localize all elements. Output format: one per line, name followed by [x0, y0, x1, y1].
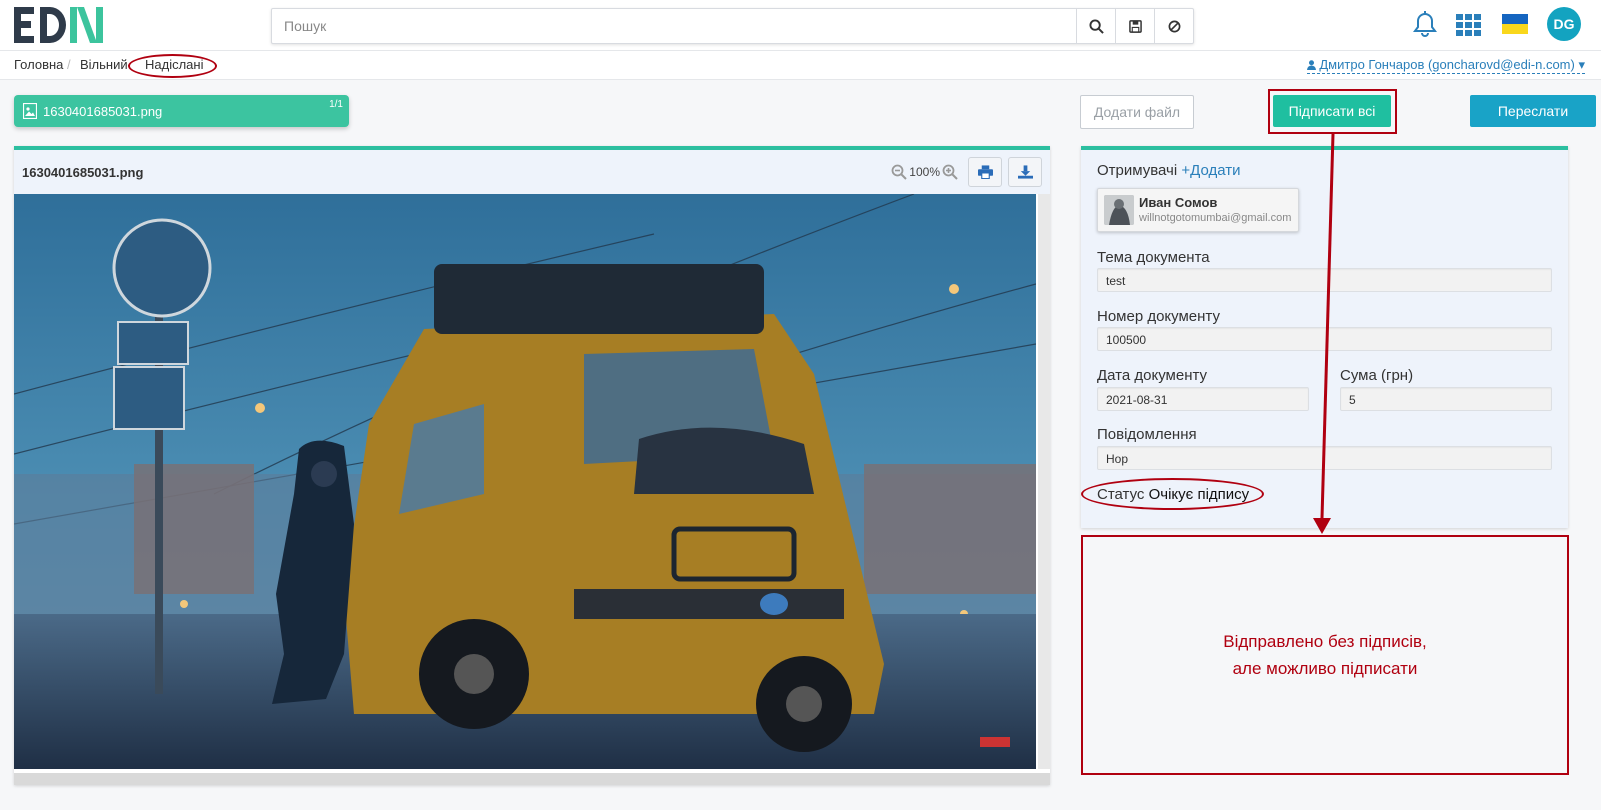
search-input[interactable]: [272, 9, 1076, 43]
search-button[interactable]: [1076, 9, 1115, 43]
floppy-disk-icon: [1128, 19, 1142, 33]
notifications-bell-icon[interactable]: [1412, 11, 1438, 44]
annotation-rect-sign-all: [1268, 89, 1397, 134]
file-tab[interactable]: 1630401685031.png 1/1: [14, 95, 349, 127]
recipient-card[interactable]: Иван Сомов willnotgotomumbai@gmail.com: [1097, 188, 1299, 232]
download-button[interactable]: [1008, 157, 1042, 187]
zoom-controls: 100%: [891, 164, 958, 180]
document-details-panel: Отримувачі +Додати Иван Сомов willnotgot…: [1081, 146, 1568, 528]
clear-search-button[interactable]: [1154, 9, 1193, 43]
recipient-avatar: [1104, 195, 1134, 225]
message-field[interactable]: Нор: [1097, 446, 1552, 470]
recipient-name: Иван Сомов: [1139, 195, 1218, 210]
annotation-ellipse-sent: [128, 54, 217, 78]
print-icon: [977, 165, 993, 179]
search-bar: [271, 8, 1194, 44]
annotation-ellipse-status: [1081, 478, 1264, 510]
amount-field[interactable]: 5: [1340, 387, 1552, 411]
vertical-scrollbar[interactable]: [1038, 194, 1050, 769]
subject-field[interactable]: test: [1097, 268, 1552, 292]
recipients-label: Отримувачі +Додати: [1097, 162, 1241, 179]
ukrainian-flag-icon[interactable]: [1502, 14, 1528, 39]
number-field[interactable]: 100500: [1097, 327, 1552, 351]
breadcrumb: Головна / Вільний Надіслані Дмитро Гонча…: [0, 51, 1601, 80]
zoom-in-icon[interactable]: [942, 164, 958, 180]
user-initials: DG: [1553, 16, 1575, 32]
user-avatar[interactable]: DG: [1547, 7, 1581, 41]
breadcrumb-free[interactable]: Вільний: [80, 57, 128, 72]
image-file-icon: [23, 103, 37, 119]
save-search-button[interactable]: [1115, 9, 1154, 43]
viewer-header: 1630401685031.png 100%: [14, 150, 1050, 194]
search-icon: [1088, 18, 1104, 34]
message-label: Повідомлення: [1097, 426, 1197, 443]
top-bar: DG: [0, 0, 1601, 51]
document-image: [14, 194, 1036, 769]
viewer-title: 1630401685031.png: [22, 165, 144, 180]
apps-grid-icon[interactable]: [1456, 14, 1482, 41]
zoom-level: 100%: [909, 165, 940, 179]
zoom-out-icon[interactable]: [891, 164, 908, 180]
horizontal-scrollbar[interactable]: [14, 773, 1050, 785]
annotation-note: Відправлено без підписів, але можливо пі…: [1081, 535, 1569, 775]
add-file-button[interactable]: Додати файл: [1080, 95, 1194, 129]
note-line-2: але можливо підписати: [1232, 659, 1418, 678]
user-icon: [1306, 60, 1316, 70]
user-name: Дмитро Гончаров (goncharovd@edi-n.com): [1319, 57, 1575, 72]
caret-down-icon: ▾: [1578, 57, 1585, 72]
number-label: Номер документу: [1097, 308, 1220, 325]
ban-icon: [1168, 20, 1180, 32]
user-menu-link[interactable]: Дмитро Гончаров (goncharovd@edi-n.com) ▾: [1306, 57, 1585, 74]
file-tab-name: 1630401685031.png: [43, 104, 163, 119]
note-line-1: Відправлено без підписів,: [1223, 632, 1427, 651]
subject-label: Тема документа: [1097, 249, 1210, 266]
date-label: Дата документу: [1097, 367, 1208, 384]
download-icon: [1017, 165, 1033, 179]
breadcrumb-home[interactable]: Головна: [14, 57, 63, 72]
print-button[interactable]: [968, 157, 1002, 187]
date-field[interactable]: 2021-08-31: [1097, 387, 1309, 411]
document-viewer: 1630401685031.png 100%: [14, 146, 1050, 785]
file-tab-count: 1/1: [329, 99, 343, 110]
recipient-email: willnotgotomumbai@gmail.com: [1139, 212, 1292, 224]
amount-label: Сума (грн): [1340, 367, 1414, 384]
forward-button[interactable]: Переслати: [1470, 95, 1596, 127]
edin-logo[interactable]: [14, 5, 114, 45]
add-recipient-link[interactable]: +Додати: [1181, 162, 1240, 179]
